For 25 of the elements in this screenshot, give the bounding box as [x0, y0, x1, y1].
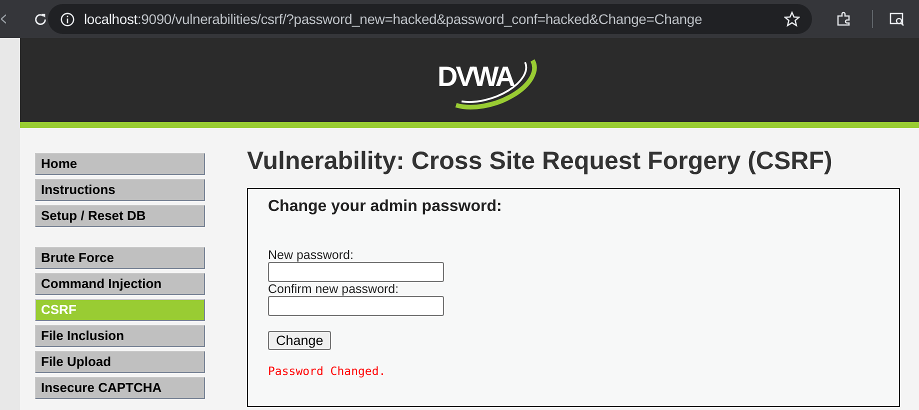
address-bar[interactable]: localhost:9090/vulnerabilities/csrf/?password_new=hacked&password_conf=hacked&Change=Change	[48, 4, 812, 34]
info-icon	[60, 12, 75, 26]
change-button[interactable]: Change	[268, 331, 332, 350]
menu-item[interactable]: Setup / Reset DB	[35, 205, 205, 227]
back-icon[interactable]	[0, 12, 6, 26]
menu-item[interactable]: File Upload	[35, 351, 205, 373]
menu-item[interactable]: Home	[35, 153, 205, 175]
puzzle-icon[interactable]	[836, 11, 852, 27]
url-text: localhost:9090/vulnerabilities/csrf/?password_new=hacked&password_conf=hacked&Change=Change	[84, 11, 704, 27]
menu-item[interactable]: Brute Force	[35, 247, 205, 269]
password-field[interactable]	[268, 262, 444, 282]
form-heading: Change your admin password:	[268, 198, 503, 216]
menu-item[interactable]: File Inclusion	[35, 325, 205, 347]
star-icon[interactable]	[784, 11, 800, 27]
reload-icon[interactable]	[33, 12, 48, 26]
password-field[interactable]	[268, 296, 444, 316]
menu-item[interactable]: Instructions	[35, 179, 205, 201]
status-message: Password Changed.	[268, 364, 387, 378]
menu-item[interactable]: Insecure CAPTCHA	[35, 377, 205, 399]
field-label: New password:	[268, 248, 354, 262]
page-title: Vulnerability: Cross Site Request Forgery (CSRF)	[247, 147, 834, 176]
logo: DVWA	[428, 47, 540, 113]
field-label: Confirm new password:	[268, 282, 399, 296]
search-tab-icon[interactable]	[889, 11, 905, 27]
menu-item[interactable]: Command Injection	[35, 273, 205, 295]
